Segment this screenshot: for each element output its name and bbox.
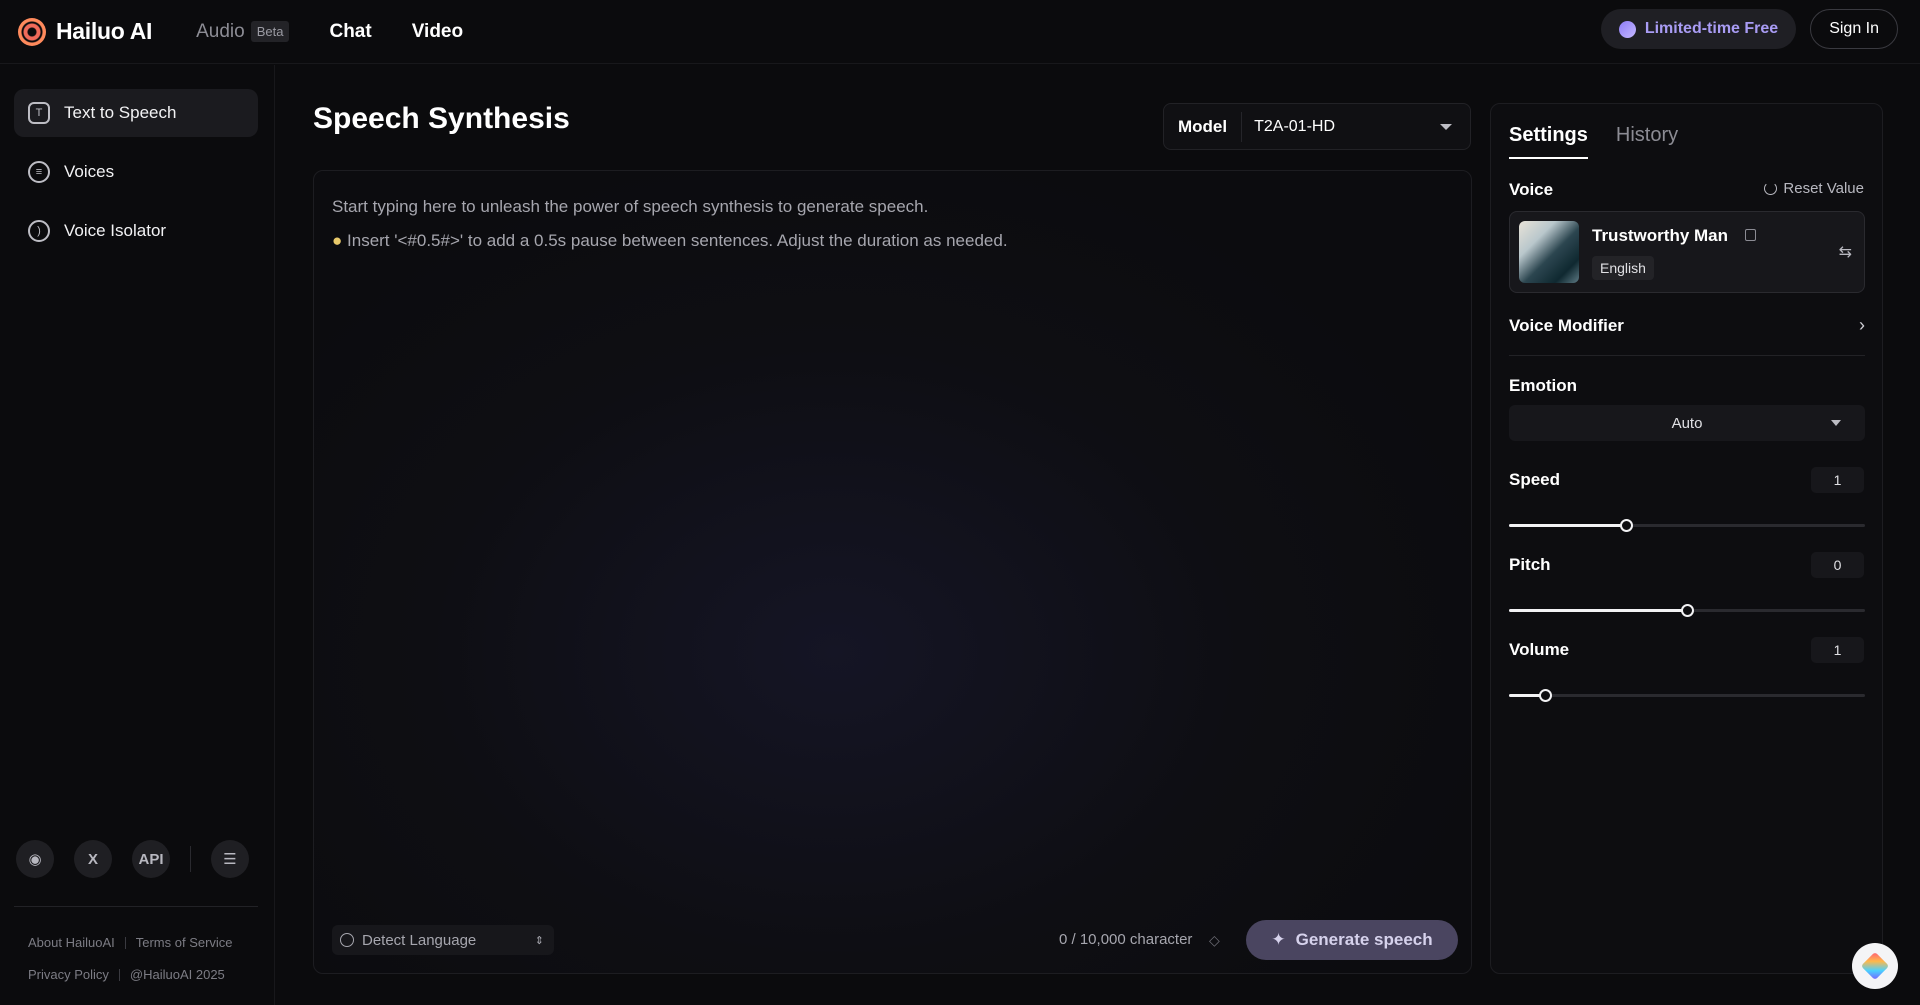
voice-language-badge: English <box>1592 256 1654 280</box>
editor-placeholder: Start typing here to unleash the power o… <box>332 197 929 216</box>
model-select[interactable]: Model T2A-01-HD <box>1163 103 1471 150</box>
panel-tabs: Settings History <box>1509 124 1678 159</box>
editor-hint-text: Insert '<#0.5#>' to add a 0.5s pause bet… <box>347 231 1008 250</box>
generate-speech-button[interactable]: ✦ Generate speech <box>1246 920 1458 960</box>
voice-isolator-icon: ) <box>28 220 50 242</box>
emotion-select[interactable]: Auto <box>1509 405 1865 441</box>
voice-name: Trustworthy Man <box>1592 226 1729 245</box>
about-link[interactable]: About HailuoAI <box>28 935 115 950</box>
promo-label: Limited-time Free <box>1644 20 1779 37</box>
hailuo-logo-icon <box>18 17 46 46</box>
text-to-speech-icon: T <box>28 102 50 124</box>
character-count: 0 / 10,000 character <box>1059 931 1193 948</box>
slider-track <box>1509 694 1865 697</box>
promo-icon <box>1618 20 1636 38</box>
volume-slider[interactable] <box>1509 689 1865 702</box>
api-link[interactable]: API <box>132 840 170 878</box>
sidebar: T Text to Speech ≡ Voices ) Voice Isolat… <box>0 65 275 1005</box>
model-label: Model <box>1164 111 1243 142</box>
pitch-slider[interactable] <box>1509 604 1865 617</box>
pitch-label: Pitch <box>1509 555 1551 574</box>
voice-modifier-label: Voice Modifier <box>1509 316 1624 335</box>
language-label: Detect Language <box>362 931 477 949</box>
footer-links: About HailuoAI Terms of Service Privacy … <box>28 935 258 999</box>
emotion-label: Emotion <box>1509 376 1577 395</box>
model-value: T2A-01-HD <box>1254 117 1336 135</box>
sidebar-item-label: Voice Isolator <box>64 221 167 240</box>
tab-history[interactable]: History <box>1616 124 1678 159</box>
voice-card[interactable]: Trustworthy Man English ⇆ <box>1509 211 1865 293</box>
tab-settings[interactable]: Settings <box>1509 124 1588 159</box>
assistant-button[interactable] <box>1852 943 1898 989</box>
text-editor[interactable]: Start typing here to unleash the power o… <box>313 170 1472 974</box>
sidebar-item-label: Voices <box>64 162 115 181</box>
divider <box>124 936 126 949</box>
reset-icon <box>1764 182 1778 195</box>
copyright: @HailuoAI 2025 <box>129 967 225 982</box>
main-nav: Audio Beta Chat Video <box>196 21 463 43</box>
settings-panel: Settings History Voice Reset Value Trust… <box>1490 103 1883 974</box>
beta-badge: Beta <box>250 21 290 42</box>
slider-fill <box>1509 524 1627 527</box>
logo[interactable]: Hailuo AI <box>18 17 153 46</box>
discord-icon[interactable]: ◉ <box>16 840 54 878</box>
voices-icon: ≡ <box>28 161 50 183</box>
divider <box>118 968 120 981</box>
volume-label: Volume <box>1509 640 1570 659</box>
eraser-icon[interactable]: ◇ <box>1209 932 1220 949</box>
nav-audio-label: Audio <box>196 20 245 42</box>
slider-handle[interactable] <box>1620 519 1634 532</box>
divider <box>190 846 191 872</box>
generate-label: Generate speech <box>1295 930 1433 949</box>
speed-slider[interactable] <box>1509 519 1865 532</box>
voice-modifier-row[interactable]: Voice Modifier › <box>1509 316 1865 356</box>
editor-hint: ● Insert '<#0.5#>' to add a 0.5s pause b… <box>332 231 1008 251</box>
terms-link[interactable]: Terms of Service <box>136 935 233 950</box>
sidebar-item-text-to-speech[interactable]: T Text to Speech <box>14 89 258 137</box>
pitch-input[interactable]: 0 <box>1811 552 1864 578</box>
voice-avatar <box>1519 221 1579 283</box>
slider-handle[interactable] <box>1538 689 1552 702</box>
sidebar-item-voices[interactable]: ≡ Voices <box>14 148 258 196</box>
copy-icon[interactable] <box>1745 229 1756 241</box>
assistant-icon <box>1860 951 1890 981</box>
sparkle-icon: ✦ <box>1271 930 1286 949</box>
divider <box>14 906 258 907</box>
page-title: Speech Synthesis <box>313 102 570 135</box>
slider-handle[interactable] <box>1681 604 1694 617</box>
chevron-down-icon <box>1440 123 1452 130</box>
globe-icon <box>340 933 354 947</box>
chevron-down-icon <box>1831 420 1841 426</box>
sign-in-button[interactable]: Sign In <box>1810 9 1898 49</box>
nav-audio[interactable]: Audio Beta <box>196 20 290 43</box>
menu-icon[interactable]: ☰ <box>211 840 249 878</box>
swap-icon[interactable]: ⇆ <box>1839 242 1852 262</box>
reset-value-button[interactable]: Reset Value <box>1764 180 1864 197</box>
header-actions: Limited-time Free Sign In <box>1600 9 1898 49</box>
x-icon[interactable]: X <box>74 840 112 878</box>
nav-video[interactable]: Video <box>412 21 463 43</box>
limited-time-free-button[interactable]: Limited-time Free <box>1600 9 1797 49</box>
privacy-link[interactable]: Privacy Policy <box>28 967 109 982</box>
voice-label: Voice <box>1509 180 1554 199</box>
sort-icon: ⇕ <box>534 934 544 947</box>
brand-name: Hailuo AI <box>56 18 153 44</box>
emotion-value: Auto <box>1671 414 1703 432</box>
slider-fill <box>1509 609 1687 612</box>
social-links: ◉ X API ☰ <box>16 840 249 878</box>
speed-label: Speed <box>1509 470 1561 489</box>
sidebar-item-voice-isolator[interactable]: ) Voice Isolator <box>14 207 258 255</box>
sidebar-item-label: Text to Speech <box>64 103 177 122</box>
chevron-right-icon: › <box>1859 315 1865 335</box>
lightbulb-icon: ● <box>332 231 343 250</box>
speed-input[interactable]: 1 <box>1811 467 1864 493</box>
nav-chat[interactable]: Chat <box>329 21 371 43</box>
reset-label: Reset Value <box>1783 180 1864 197</box>
volume-input[interactable]: 1 <box>1811 637 1864 663</box>
detect-language-select[interactable]: Detect Language ⇕ <box>332 925 554 955</box>
top-bar: Hailuo AI Audio Beta Chat Video Limited-… <box>0 0 1920 64</box>
